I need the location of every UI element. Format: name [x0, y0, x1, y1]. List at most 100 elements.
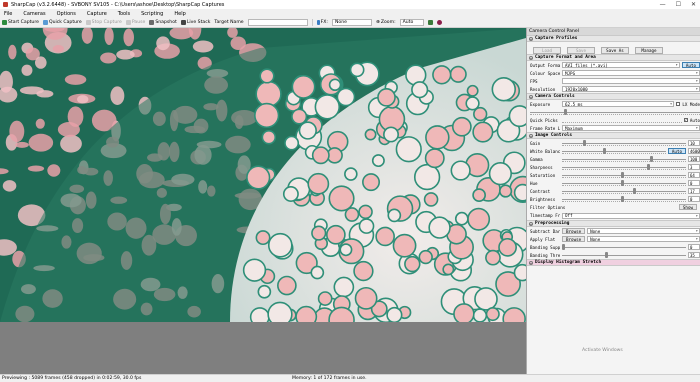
slider-thumb[interactable] — [562, 244, 565, 250]
menu-cameras[interactable]: Cameras — [23, 11, 45, 17]
filter-options-row: Filter Options Show — [527, 203, 700, 211]
resolution-select[interactable]: 1920x1080 — [562, 86, 700, 92]
frame-rate-select[interactable]: Maximum — [562, 125, 700, 131]
zoom-select[interactable]: Auto — [399, 19, 424, 26]
apply-flat-select[interactable]: None — [587, 236, 700, 242]
slider-thumb[interactable] — [605, 252, 609, 258]
menu-capture[interactable]: Capture — [87, 11, 107, 17]
quick-picks-slider[interactable] — [562, 117, 682, 123]
quick-capture-button[interactable]: Quick Capture — [42, 20, 82, 25]
sharpness-slider[interactable] — [562, 164, 686, 170]
slider-thumb[interactable] — [646, 164, 650, 170]
live-stack-button[interactable]: Live Stack — [180, 20, 210, 25]
gamma-slider[interactable] — [562, 156, 686, 162]
white-balance-slider[interactable] — [562, 148, 666, 154]
slider-thumb[interactable] — [620, 196, 624, 202]
subtract-dark-label: Subtract Dark — [530, 228, 560, 234]
slider-value[interactable]: 10 — [688, 140, 700, 146]
stop-icon — [85, 20, 91, 25]
slider-value[interactable]: 64 — [688, 172, 700, 178]
slider-track — [562, 247, 686, 248]
start-capture-button[interactable]: Start Capture — [2, 20, 39, 25]
banding-suppression-row: Banding Suppression 0 — [527, 243, 700, 251]
stack-icon — [180, 20, 186, 25]
snapshot-button[interactable]: Snapshot — [149, 20, 177, 25]
fps-select[interactable] — [562, 78, 700, 84]
subtract-dark-browse-button[interactable]: Browse — [562, 228, 586, 234]
slider-thumb[interactable] — [650, 156, 654, 162]
preprocessing-header[interactable]: − Preprocessing — [527, 220, 700, 227]
stop-capture-button[interactable]: Stop Capture — [85, 20, 122, 25]
slider-ticks — [562, 153, 666, 154]
apply-flat-browse-button[interactable]: Browse — [562, 236, 586, 242]
apply-flat-row: Apply Flat Browse None — [527, 235, 700, 243]
output-format-auto-button[interactable]: Auto — [681, 62, 700, 68]
capture-profiles-header[interactable]: − Capture Profiles — [527, 35, 700, 42]
slider-ticks — [562, 161, 686, 162]
slider-thumb[interactable] — [632, 188, 636, 194]
reticle-button[interactable] — [436, 20, 442, 25]
zoom-icon: ⊕ — [375, 20, 380, 25]
timestamp-row: Timestamp Frames Off — [527, 211, 700, 220]
colour-space-select[interactable]: MJPG — [562, 70, 700, 76]
slider-value[interactable]: 3 — [688, 164, 700, 170]
save-profile-button[interactable]: Save — [567, 46, 595, 54]
banding-threshold-slider[interactable] — [562, 252, 686, 258]
menu-file[interactable]: File — [4, 11, 12, 17]
microscope-image — [0, 28, 526, 322]
camera-preview-image[interactable] — [0, 28, 526, 322]
output-format-select[interactable]: AVI files (*.avi) — [562, 62, 680, 68]
banding-suppression-value[interactable]: 0 — [688, 244, 700, 250]
hue-slider[interactable] — [562, 180, 686, 186]
menu-tools[interactable]: Tools — [118, 11, 130, 17]
slider-value[interactable]: 4600 — [688, 148, 700, 154]
exposure-auto-checkbox[interactable]: ✓ — [683, 118, 688, 122]
banding-suppression-slider[interactable] — [562, 244, 686, 250]
menu-options[interactable]: Options — [57, 11, 76, 17]
slider-thumb[interactable] — [583, 140, 587, 146]
timestamp-select[interactable]: Off — [562, 212, 700, 219]
close-button[interactable]: ✕ — [691, 1, 696, 8]
target-name-input[interactable] — [247, 19, 308, 26]
resolution-label: Resolution — [530, 86, 556, 92]
slider-value[interactable]: 0 — [688, 180, 700, 186]
fx-icon — [316, 20, 320, 25]
minimize-button[interactable]: — — [660, 1, 666, 8]
capture-format-header[interactable]: − Capture Format and Area — [527, 54, 700, 61]
slider-thumb[interactable] — [564, 109, 567, 115]
slider-track — [562, 167, 686, 168]
manage-profiles-button[interactable]: Manage — [635, 46, 663, 54]
pause-button[interactable]: Pause — [125, 20, 145, 25]
quick-capture-icon — [42, 20, 48, 25]
slider-row-brightness: Brightness 0 — [527, 195, 700, 203]
histogram-stretch-header[interactable]: − Display Histogram Stretch — [527, 259, 700, 266]
maximize-button[interactable]: ☐ — [676, 1, 681, 8]
slider-track — [562, 183, 686, 184]
slider-value[interactable]: 17 — [688, 188, 700, 194]
app-logo-icon — [3, 2, 8, 7]
slider-value[interactable]: 100 — [688, 156, 700, 162]
histogram-button[interactable] — [427, 20, 433, 25]
slider-value[interactable]: 0 — [688, 196, 700, 202]
subtract-dark-select[interactable]: None — [587, 228, 700, 234]
slider-thumb[interactable] — [620, 180, 624, 186]
lx-mode-checkbox[interactable] — [676, 102, 681, 106]
menu-scripting[interactable]: Scripting — [141, 11, 163, 17]
menu-help[interactable]: Help — [174, 11, 185, 17]
gain-slider[interactable] — [562, 140, 686, 146]
exposure-select[interactable]: 62.5 ms — [562, 101, 675, 107]
exposure-slider[interactable] — [530, 109, 700, 115]
contrast-slider[interactable] — [562, 188, 686, 194]
slider-label: White Balance — [530, 148, 560, 154]
filter-options-show-button[interactable]: Show — [678, 204, 697, 210]
white-balance-auto-button[interactable]: Auto — [667, 148, 686, 154]
load-profile-button[interactable]: Load — [533, 46, 561, 54]
camera-controls-header[interactable]: − Camera Controls — [527, 93, 700, 100]
slider-thumb[interactable] — [620, 172, 624, 178]
saturation-slider[interactable] — [562, 172, 686, 178]
save-as-profile-button[interactable]: Save As — [601, 46, 629, 54]
brightness-slider[interactable] — [562, 196, 686, 202]
banding-threshold-value[interactable]: 35 — [688, 252, 700, 258]
image-controls-header[interactable]: − Image Controls — [527, 132, 700, 139]
fx-select[interactable]: None — [331, 19, 372, 26]
